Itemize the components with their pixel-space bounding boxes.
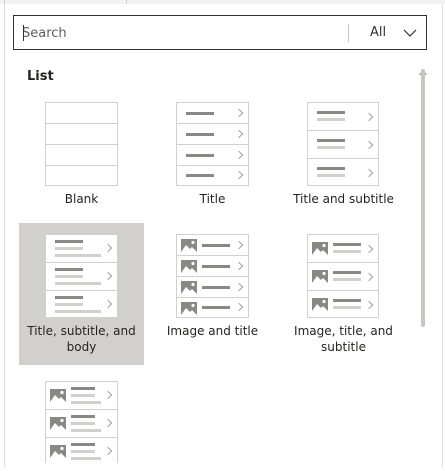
image-placeholder-icon [50,445,66,458]
chevron-right-icon [364,244,374,254]
layout-tile-image-and-title[interactable]: Image and title [150,223,275,365]
layout-tile-title-subtitle-body[interactable]: Title, subtitle, and body [19,223,144,365]
chevron-right-icon [103,243,113,253]
image-placeholder-icon [181,281,197,294]
text-caret [23,25,24,41]
chevron-right-icon [364,300,374,310]
tile-label: Blank [64,192,99,206]
image-placeholder-icon [50,417,66,430]
layout-tile-title[interactable]: Title [150,87,275,229]
image-placeholder-icon [312,298,328,311]
image-placeholder-icon [181,239,197,252]
chevron-right-icon [234,261,244,271]
chevron-right-icon [103,446,113,456]
tile-label: Image and title [166,324,259,338]
layout-tile-blank[interactable]: Blank [19,87,144,229]
chevron-right-icon [234,108,244,118]
image-placeholder-icon [181,302,197,315]
chevron-down-icon [402,25,418,39]
search-input[interactable] [22,24,332,42]
chevron-right-icon [364,140,374,150]
chevron-right-icon [234,129,244,139]
image-title-preview [176,234,249,318]
image-placeholder-icon [181,260,197,273]
image-placeholder-icon [312,242,328,255]
chevron-right-icon [364,112,374,122]
image-placeholder-icon [312,270,328,283]
image-title-subtitle-body-preview [45,381,118,463]
search-box: All [13,15,427,50]
tile-label: Image, title, and subtitle [294,324,393,354]
section-title: List [27,69,54,84]
layout-tile-image-title-subtitle-body[interactable] [19,368,144,463]
blank-preview [45,102,118,186]
title-subtitle-body-preview [45,234,118,318]
chevron-right-icon [234,150,244,160]
chevron-right-icon [234,282,244,292]
tile-label: Title, subtitle, and body [27,324,136,354]
chevron-right-icon [234,302,244,312]
filter-dropdown[interactable]: All [350,16,426,49]
image-title-subtitle-preview [307,234,379,318]
chevron-right-icon [234,240,244,250]
chevron-right-icon [103,299,113,309]
chevron-right-icon [234,170,244,180]
scrollbar-thumb[interactable] [421,69,425,327]
title-preview [176,102,249,186]
tile-label: Title [199,192,226,206]
chevron-right-icon [103,418,113,428]
layout-tile-image-title-subtitle[interactable]: Image, title, and subtitle [281,223,406,365]
filter-label: All [370,25,387,40]
tile-label: Title and subtitle [293,192,394,206]
vertical-scrollbar[interactable] [418,60,428,465]
chevron-right-icon [364,272,374,282]
layout-tile-title-and-subtitle[interactable]: Title and subtitle [281,87,406,229]
chevron-right-icon [364,168,374,178]
chevron-right-icon [103,271,113,281]
search-divider [348,24,349,42]
image-placeholder-icon [50,389,66,402]
title-subtitle-preview [307,102,379,186]
chevron-right-icon [103,390,113,400]
